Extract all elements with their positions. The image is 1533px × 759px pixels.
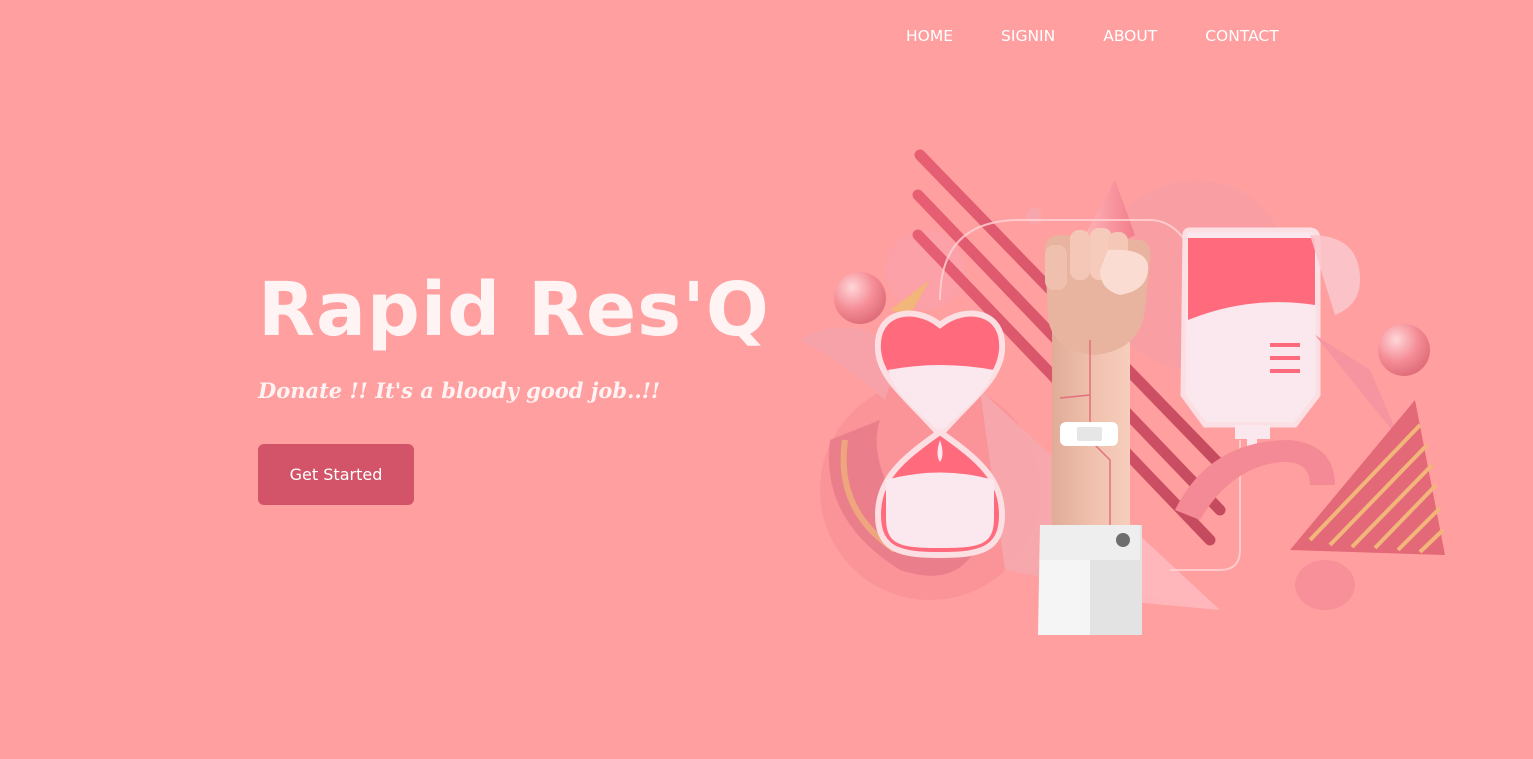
small-ball-shape: [834, 272, 886, 324]
nav-signin-link[interactable]: SIGNIN: [1001, 26, 1055, 46]
top-nav: HOME SIGNIN ABOUT CONTACT: [906, 26, 1279, 46]
hero-tagline: Donate !! It's a bloody good job..!!: [258, 378, 661, 403]
landing-page: HOME SIGNIN ABOUT CONTACT Rapid Res'Q Do…: [0, 0, 1533, 759]
nav-home-link[interactable]: HOME: [906, 26, 953, 46]
blood-bag-icon: [1180, 227, 1360, 449]
hero-title: Rapid Res'Q: [258, 267, 770, 353]
nav-contact-link[interactable]: CONTACT: [1205, 26, 1279, 46]
blood-donation-illustration: [790, 140, 1460, 650]
raised-arm-icon: [1038, 228, 1151, 635]
curl-shape: [1175, 440, 1335, 520]
get-started-button[interactable]: Get Started: [258, 444, 414, 505]
nav-about-link[interactable]: ABOUT: [1103, 26, 1157, 46]
